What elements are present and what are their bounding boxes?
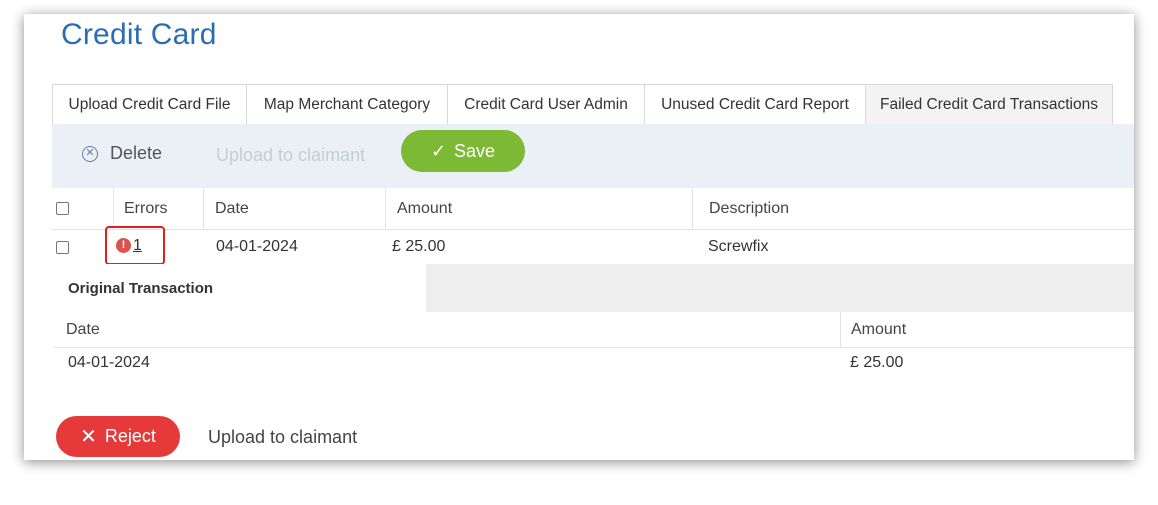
error-count-link[interactable]: 1	[133, 237, 142, 255]
close-icon: ✕	[80, 425, 97, 448]
exclamation-icon: !	[116, 238, 131, 253]
table-row[interactable]: ! 1 04-01-2024 £ 25.00 Screwfix	[52, 226, 1134, 265]
detail-amount: £ 25.00	[850, 354, 904, 371]
tab-unused-credit-card-report[interactable]: Unused Credit Card Report	[644, 84, 866, 124]
toolbar: ✕ Delete Upload to claimant ✓ Save	[52, 124, 1134, 188]
tab-failed-credit-card-transactions[interactable]: Failed Credit Card Transactions	[865, 84, 1113, 124]
tab-bar: Upload Credit Card File Map Merchant Cat…	[52, 84, 1113, 124]
row-amount: £ 25.00	[392, 238, 446, 255]
row-checkbox-cell	[56, 230, 69, 264]
grid-header: Errors Date Amount Description	[52, 188, 1134, 230]
upload-to-claimant-button[interactable]: Upload to claimant	[208, 427, 357, 448]
reject-button[interactable]: ✕ Reject	[56, 416, 180, 457]
detail-tab-bar: Original Transaction	[54, 264, 1134, 312]
row-checkbox[interactable]	[56, 240, 69, 254]
reject-label: Reject	[104, 426, 156, 446]
tab-upload-credit-card-file[interactable]: Upload Credit Card File	[52, 84, 247, 124]
amount-column-header[interactable]: Amount	[385, 188, 692, 229]
delete-label: Delete	[110, 143, 163, 163]
detail-header: Date Amount	[54, 312, 1134, 348]
error-indicator[interactable]: ! 1	[105, 226, 165, 265]
errors-column-header[interactable]: Errors	[113, 188, 203, 229]
row-description: Screwfix	[708, 238, 769, 255]
select-all-checkbox[interactable]	[56, 202, 69, 215]
select-all-checkbox-cell	[56, 188, 69, 229]
upload-to-claimant-button-disabled[interactable]: Upload to claimant	[216, 145, 365, 166]
tab-map-merchant-category[interactable]: Map Merchant Category	[246, 84, 448, 124]
detail-row: 04-01-2024 £ 25.00	[54, 348, 1134, 378]
app-window: Credit Card Upload Credit Card File Map …	[24, 14, 1134, 460]
save-label: Save	[454, 140, 496, 161]
date-column-header[interactable]: Date	[203, 188, 385, 229]
circle-x-icon: ✕	[82, 145, 98, 162]
transactions-grid: Errors Date Amount Description ! 1 04-01…	[52, 188, 1134, 265]
transaction-detail-panel: Original Transaction Date Amount 04-01-2…	[54, 264, 1134, 378]
tab-credit-card-user-admin[interactable]: Credit Card User Admin	[447, 84, 645, 124]
tab-original-transaction[interactable]: Original Transaction	[54, 264, 426, 312]
page-title: Credit Card	[61, 18, 217, 51]
delete-button[interactable]: ✕ Delete	[82, 143, 162, 164]
check-icon: ✓	[430, 140, 447, 161]
description-column-header[interactable]: Description	[692, 188, 1134, 229]
detail-amount-header: Amount	[840, 312, 1134, 347]
detail-date-header: Date	[66, 320, 100, 338]
row-date: 04-01-2024	[216, 238, 298, 255]
detail-date: 04-01-2024	[68, 354, 150, 371]
save-button[interactable]: ✓ Save	[401, 130, 525, 172]
